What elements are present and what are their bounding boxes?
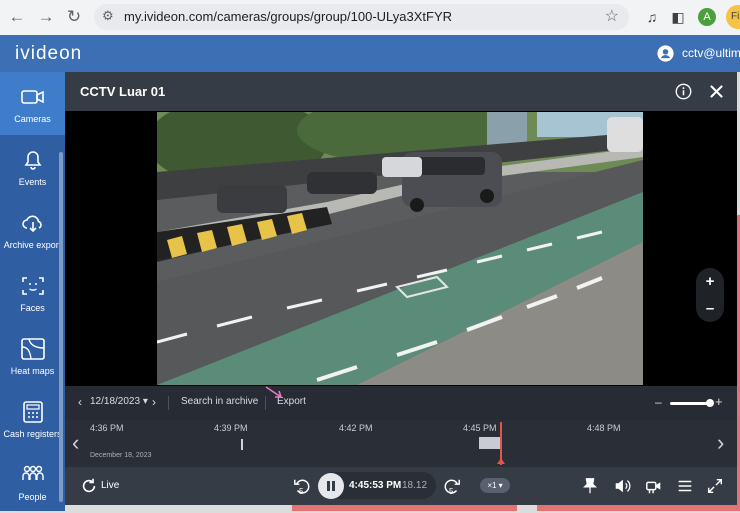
background-content [537,505,737,511]
sidebar: Cameras Events Archive export Faces Heat… [0,72,65,511]
face-icon [22,277,44,295]
background-content [292,505,517,511]
people-icon [22,465,44,480]
user-account-icon[interactable] [657,45,674,62]
divider [168,396,169,410]
speed-value: ×1 [487,481,497,490]
sidebar-item-archive-export[interactable]: Archive export [0,198,65,261]
timeline-zoom-knob[interactable] [706,399,714,407]
sidebar-item-heat-maps[interactable]: Heat maps [0,324,65,387]
next-day-icon[interactable]: › [152,386,156,418]
camera-control-icon[interactable] [645,477,663,495]
bell-icon [24,151,42,170]
ivideon-logo[interactable]: ivideon [15,35,82,72]
forward-seconds: 5 [449,487,454,496]
seconds-fraction: 18.12 [402,480,428,491]
sidebar-item-label: Faces [20,303,45,313]
zoom-out-button[interactable]: – [696,295,724,322]
sidebar-item-label: Cash registers [3,429,62,439]
heatmap-icon [21,338,45,360]
sidebar-item-faces[interactable]: Faces [0,261,65,324]
sidebar-item-label: Heat maps [10,366,55,376]
timeline-zoom-slider[interactable] [670,402,710,405]
timeline-label: 4:48 PM [587,423,621,433]
sidebar-item-events[interactable]: Events [0,135,65,198]
speed-selector[interactable]: ×1 ▾ [480,478,510,493]
zoom-in-button[interactable]: + [696,268,724,295]
camera-title: CCTV Luar 01 [80,84,166,99]
archive-toolbar: ‹ 12/18/2023 ▾ › Search in archive Expor… [65,386,737,420]
pointer-arrow-icon [265,386,282,398]
archive-timeline[interactable]: ‹ 4:36 PM 4:39 PM 4:42 PM 4:45 PM 4:48 P… [65,420,737,467]
date-value: 12/18/2023 [90,396,141,407]
rewind-seconds: 5 [299,487,304,496]
timeline-label: 4:36 PM [90,423,124,433]
address-bar[interactable]: ⚙ my.ivideon.com/cameras/groups/group/10… [94,4,629,30]
modal-header: CCTV Luar 01 [65,72,737,111]
playback-controls: Live 5 4:45:53 PM 18.12 5 ×1 ▾ [65,467,737,505]
pause-button[interactable] [318,473,344,499]
info-icon[interactable] [675,83,692,100]
zoom-control: + – [696,268,724,322]
live-refresh-icon[interactable] [80,477,98,495]
sidebar-item-label: Archive export [3,240,62,250]
cash-register-icon [23,401,43,423]
street-scene-image [157,112,643,385]
reload-icon[interactable]: ↻ [63,6,85,28]
camera-icon [21,90,44,104]
playhead-marker[interactable] [497,458,505,464]
site-settings-icon[interactable]: ⚙ [102,9,116,23]
timeline-next-icon[interactable]: › [717,430,724,456]
timeline-label: 4:39 PM [214,423,248,433]
recording-segment[interactable] [479,437,501,449]
sidebar-scrollbar[interactable] [59,152,63,502]
sidebar-item-label: Cameras [14,114,51,124]
bookmark-star-icon[interactable]: ☆ [605,4,619,30]
sidebar-item-label: People [18,492,47,502]
prev-day-icon[interactable]: ‹ [78,386,82,418]
close-icon[interactable] [709,84,724,99]
user-email[interactable]: cctv@ultima [682,35,740,72]
cloud-download-icon [22,215,42,233]
timeline-label: 4:42 PM [339,423,373,433]
profile-chip[interactable]: Fi [726,5,740,29]
sidebar-item-cash-registers[interactable]: Cash registers [0,387,65,450]
recording-marker[interactable] [241,439,243,450]
sidebar-item-label: Events [18,177,47,187]
pause-icon [327,481,335,491]
menu-icon[interactable] [676,477,694,495]
volume-icon[interactable] [613,477,631,495]
sidebar-item-people[interactable]: People [0,450,65,513]
sidebar-item-cameras[interactable]: Cameras [0,72,65,135]
camera-video-frame[interactable] [157,112,643,385]
timeline-prev-icon[interactable]: ‹ [72,430,79,456]
side-panel-icon[interactable]: ◧ [668,7,688,27]
url-text: my.ivideon.com/cameras/groups/group/100-… [124,9,453,24]
fullscreen-icon[interactable] [706,477,724,495]
camera-player-modal: CCTV Luar 01 + – ‹ 12/18/2023 ▾ › Search… [65,72,737,505]
video-area: + – [65,111,737,386]
back-icon[interactable]: ← [6,6,28,28]
search-in-archive-link[interactable]: Search in archive [181,386,258,418]
browser-toolbar: ← → ↻ ⚙ my.ivideon.com/cameras/groups/gr… [0,0,740,35]
pin-icon[interactable] [581,477,599,495]
forward-icon[interactable]: → [35,6,57,28]
media-control-icon[interactable]: ♫ [642,7,662,27]
timeline-date-label: December 18, 2023 [90,452,152,459]
app-header: ivideon cctv@ultima [0,35,740,72]
timeline-zoom-out-icon[interactable]: – [655,386,662,418]
live-button[interactable]: Live [101,467,119,505]
timeline-label: 4:45 PM [463,423,497,433]
profile-avatar[interactable]: A [698,8,716,26]
date-picker[interactable]: 12/18/2023 ▾ [90,386,148,418]
current-time: 4:45:53 PM [349,480,402,491]
timeline-zoom-in-icon[interactable]: + [715,386,723,418]
